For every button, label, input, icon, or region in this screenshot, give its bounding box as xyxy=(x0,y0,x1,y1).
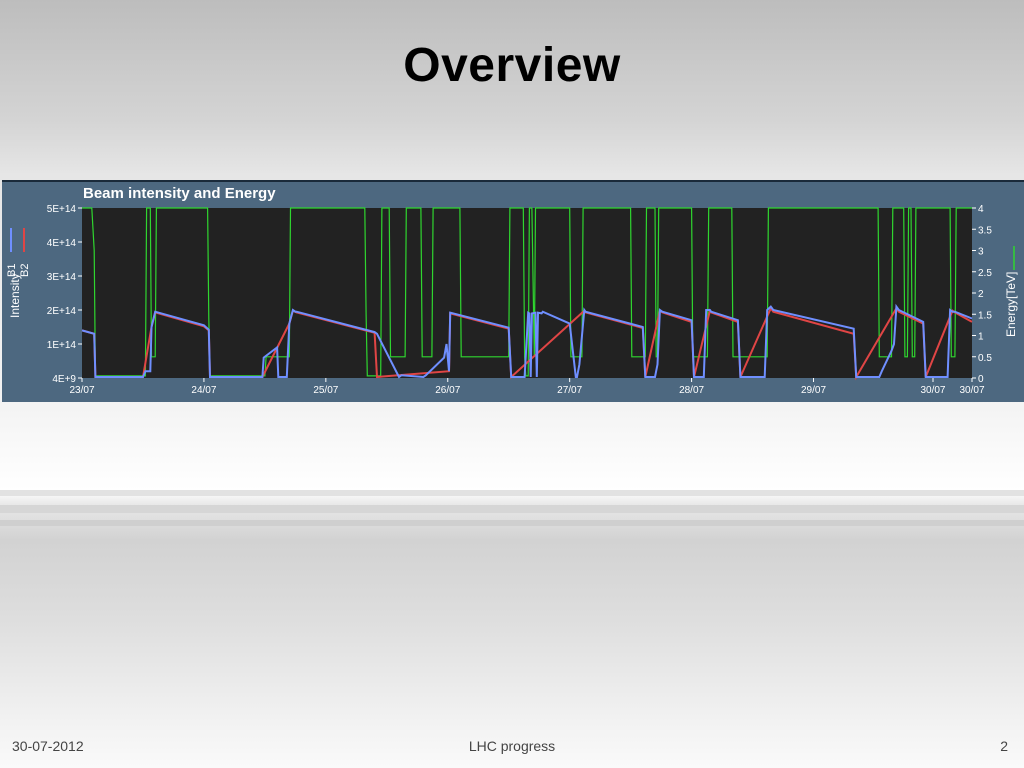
y-right-tick-label: 2.5 xyxy=(978,268,992,279)
y-right-tick-label: 0 xyxy=(978,374,984,385)
y-right-tick-label: 3.5 xyxy=(978,225,992,236)
legend-b1-label: B1 xyxy=(6,264,18,277)
x-tick-label: 27/07 xyxy=(557,385,582,396)
page-number: 2 xyxy=(1000,738,1008,754)
y-right-tick-label: 4 xyxy=(978,204,984,215)
beam-intensity-chart: Beam intensity and Energy 5E+14 4E+14 3E+1… xyxy=(2,180,1024,402)
y-right-tick-label: 1 xyxy=(978,332,984,343)
x-tick-label: 24/07 xyxy=(191,385,216,396)
chart-title: Beam intensity and Energy xyxy=(83,185,276,202)
x-tick-label: 30/07 xyxy=(959,385,984,396)
y-left-axis-label: Intensity xyxy=(8,273,22,318)
x-tick-label: 30/07 xyxy=(920,385,945,396)
y-left-tick-label: 4E+14 xyxy=(47,238,77,249)
y-left-tick-label: 4E+9 xyxy=(52,374,76,385)
background-band xyxy=(0,520,1024,526)
footer-title: LHC progress xyxy=(468,738,556,754)
x-tick-label: 29/07 xyxy=(801,385,826,396)
y-left-tick-label: 1E+14 xyxy=(47,340,77,351)
y-left-tick-label: 2E+14 xyxy=(47,306,77,317)
y-right-tick-label: 1.5 xyxy=(978,310,992,321)
x-tick-label: 23/07 xyxy=(69,385,94,396)
legend-b2-label: B2 xyxy=(19,264,31,277)
x-tick-label: 25/07 xyxy=(313,385,338,396)
y-right-axis-label: Energy[TeV] xyxy=(1004,272,1018,337)
chart-top-border xyxy=(2,180,1024,182)
y-right-tick-label: 0.5 xyxy=(978,353,992,364)
x-tick-label: 28/07 xyxy=(679,385,704,396)
y-left-tick-label: 5E+14 xyxy=(47,204,77,215)
chart-svg: Beam intensity and Energy 5E+14 4E+14 3E+1… xyxy=(2,180,1024,402)
x-tick-label: 26/07 xyxy=(435,385,460,396)
y-left-tick-label: 3E+14 xyxy=(47,272,77,283)
background-band xyxy=(0,490,1024,496)
slide-title: Overview xyxy=(403,39,621,92)
y-right-tick-label: 3 xyxy=(978,247,984,258)
background-band xyxy=(0,505,1024,513)
y-right-tick-label: 2 xyxy=(978,289,984,300)
plot-area xyxy=(82,208,972,378)
